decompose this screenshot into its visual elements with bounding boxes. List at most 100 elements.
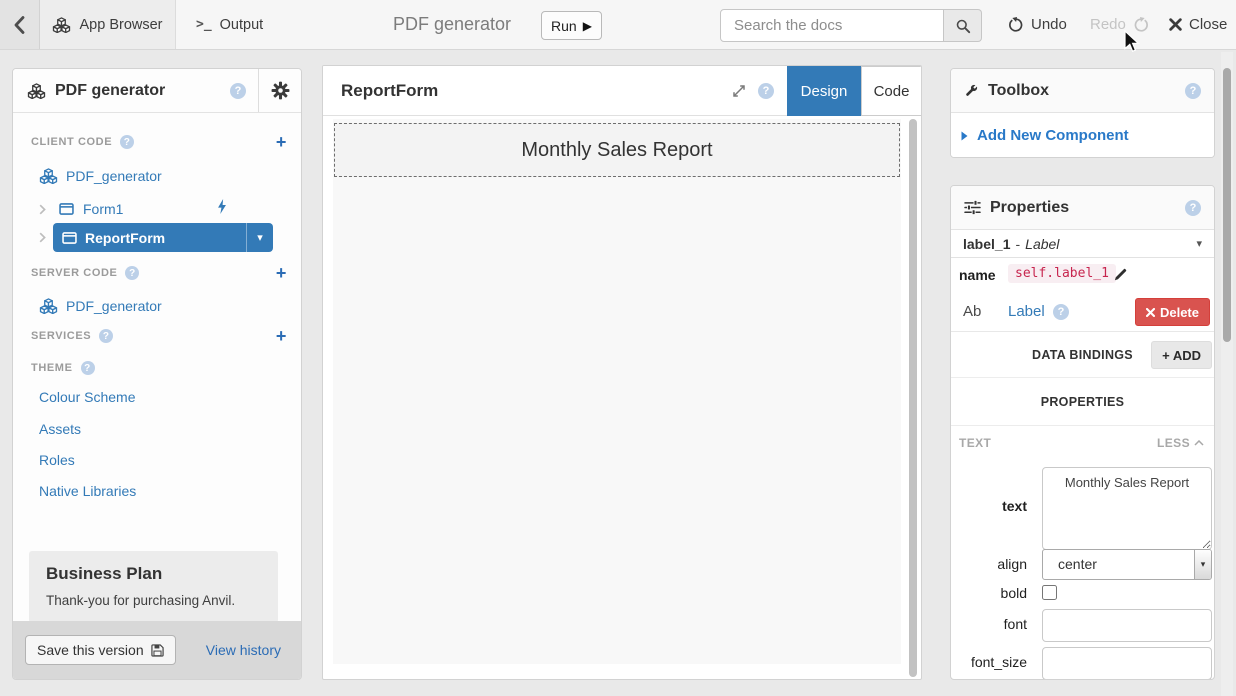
add-new-component-label: Add New Component xyxy=(977,127,1129,144)
redo-button[interactable]: Redo xyxy=(1090,0,1149,49)
app-settings-button[interactable] xyxy=(258,69,301,112)
run-button[interactable]: Run ▶ xyxy=(541,11,602,40)
section-server-code: SERVER CODE ? + xyxy=(31,264,287,282)
x-icon xyxy=(1146,308,1155,317)
plan-card: Business Plan Thank-you for purchasing A… xyxy=(29,551,278,623)
theme-link-roles[interactable]: Roles xyxy=(39,452,75,468)
component-type-link[interactable]: Label xyxy=(1008,303,1045,320)
help-icon[interactable]: ? xyxy=(230,83,246,99)
caret-down-icon: ▾ xyxy=(257,231,263,244)
selected-label-component[interactable]: Monthly Sales Report xyxy=(334,123,900,177)
server-code-heading: SERVER CODE xyxy=(31,267,117,279)
close-label: Close xyxy=(1189,16,1227,33)
undo-button[interactable]: Undo xyxy=(1008,0,1067,49)
triangle-right-icon xyxy=(961,131,968,141)
help-icon[interactable]: ? xyxy=(81,361,95,375)
search-icon xyxy=(955,18,971,34)
design-canvas[interactable]: Monthly Sales Report xyxy=(333,119,901,664)
chevron-right-icon[interactable] xyxy=(39,204,46,215)
help-icon[interactable]: ? xyxy=(758,83,774,99)
text-property-input[interactable]: Monthly Sales Report xyxy=(1042,467,1212,550)
theme-link-assets[interactable]: Assets xyxy=(39,421,81,437)
save-floppy-icon xyxy=(151,644,164,657)
form-item-label: Form1 xyxy=(83,201,123,217)
add-service-button[interactable]: + xyxy=(276,327,287,345)
sidebar-footer: Save this version View history xyxy=(13,621,301,679)
expand-icon[interactable] xyxy=(731,83,747,99)
run-button-label: Run xyxy=(551,18,577,34)
form-item-label: ReportForm xyxy=(85,230,165,246)
font-property-input[interactable] xyxy=(1042,609,1212,642)
chevron-left-icon xyxy=(14,16,25,34)
close-button[interactable]: Close xyxy=(1169,0,1227,49)
help-icon[interactable]: ? xyxy=(1053,304,1069,320)
save-version-label: Save this version xyxy=(37,642,144,658)
server-package-pdf-generator[interactable]: PDF_generator xyxy=(39,293,162,319)
theme-link-native-libraries[interactable]: Native Libraries xyxy=(39,483,136,499)
tab-design[interactable]: Design xyxy=(787,66,861,116)
properties-section-heading: PROPERTIES xyxy=(951,378,1214,426)
font-size-property-input[interactable] xyxy=(1042,647,1212,680)
text-property-label: text xyxy=(951,498,1027,514)
client-package-pdf-generator[interactable]: PDF_generator xyxy=(39,163,162,189)
theme-link-colour-scheme[interactable]: Colour Scheme xyxy=(39,389,136,405)
help-icon[interactable]: ? xyxy=(125,266,139,280)
add-new-component-toggle[interactable]: Add New Component xyxy=(951,113,1214,158)
delete-component-button[interactable]: Delete xyxy=(1135,298,1210,326)
align-property-select[interactable]: center ▾ xyxy=(1042,549,1212,580)
redo-label: Redo xyxy=(1090,16,1126,33)
help-icon[interactable]: ? xyxy=(1185,83,1201,99)
font-property-label: font xyxy=(951,616,1027,632)
help-icon[interactable]: ? xyxy=(120,135,134,149)
bold-checkbox[interactable] xyxy=(1042,585,1057,600)
component-name: label_1 xyxy=(963,236,1010,252)
text-group-heading: TEXT xyxy=(959,436,991,450)
anvil-cubes-icon xyxy=(39,168,58,184)
tab-app-browser-label: App Browser xyxy=(79,17,162,33)
search-button[interactable] xyxy=(944,9,982,42)
help-icon[interactable]: ? xyxy=(1185,200,1201,216)
form-editor-header: ReportForm ? Design Code xyxy=(323,66,921,116)
tab-output-label: Output xyxy=(220,17,264,33)
server-package-label: PDF_generator xyxy=(66,298,162,314)
anvil-cubes-icon xyxy=(39,298,58,314)
component-type: Label xyxy=(1025,236,1059,252)
save-version-button[interactable]: Save this version xyxy=(25,635,176,665)
form-window-icon xyxy=(59,203,74,215)
add-server-code-button[interactable]: + xyxy=(276,264,287,282)
top-bar: App Browser >_ Output PDF generator Run … xyxy=(0,0,1236,50)
play-icon: ▶ xyxy=(583,19,592,33)
component-type-row: Ab Label ? Delete xyxy=(951,292,1214,332)
section-client-code: CLIENT CODE ? + xyxy=(31,133,287,151)
select-arrow-button[interactable]: ▾ xyxy=(1194,550,1211,579)
bold-property-label: bold xyxy=(951,585,1027,601)
back-button[interactable] xyxy=(0,0,40,49)
toolbox-panel: Toolbox ? Add New Component xyxy=(950,68,1215,158)
plan-title: Business Plan xyxy=(46,564,261,584)
theme-heading: THEME xyxy=(31,362,73,374)
canvas-scrollbar[interactable] xyxy=(909,119,917,677)
search-input[interactable] xyxy=(720,9,944,42)
delete-label: Delete xyxy=(1160,305,1199,320)
right-scrollbar[interactable] xyxy=(1223,68,1231,342)
chevron-up-icon xyxy=(1194,440,1204,446)
view-history-link[interactable]: View history xyxy=(206,642,281,658)
data-bindings-row: DATA BINDINGS + ADD xyxy=(951,332,1214,378)
tab-output[interactable]: >_ Output xyxy=(176,0,283,49)
component-name-row: name self.label_1 xyxy=(951,258,1214,292)
tab-code[interactable]: Code xyxy=(861,66,922,116)
help-icon[interactable]: ? xyxy=(99,329,113,343)
form-item-reportform-selected[interactable]: ReportForm ▾ xyxy=(53,223,273,252)
chevron-right-icon[interactable] xyxy=(39,232,46,243)
form-actions-dropdown[interactable]: ▾ xyxy=(246,223,273,252)
collapse-group-toggle[interactable]: LESS xyxy=(1157,436,1204,450)
add-client-code-button[interactable]: + xyxy=(276,133,287,151)
add-data-binding-button[interactable]: + ADD xyxy=(1151,341,1212,369)
toolbox-title: Toolbox xyxy=(988,82,1049,100)
tab-app-browser[interactable]: App Browser xyxy=(40,0,176,49)
form-item-form1[interactable]: Form1 xyxy=(59,196,123,222)
redo-icon xyxy=(1133,17,1149,33)
component-selector-dropdown[interactable]: label_1 - Label ▾ xyxy=(951,230,1214,258)
edit-pencil-icon[interactable] xyxy=(1114,267,1128,281)
align-selected-value: center xyxy=(1043,550,1211,579)
